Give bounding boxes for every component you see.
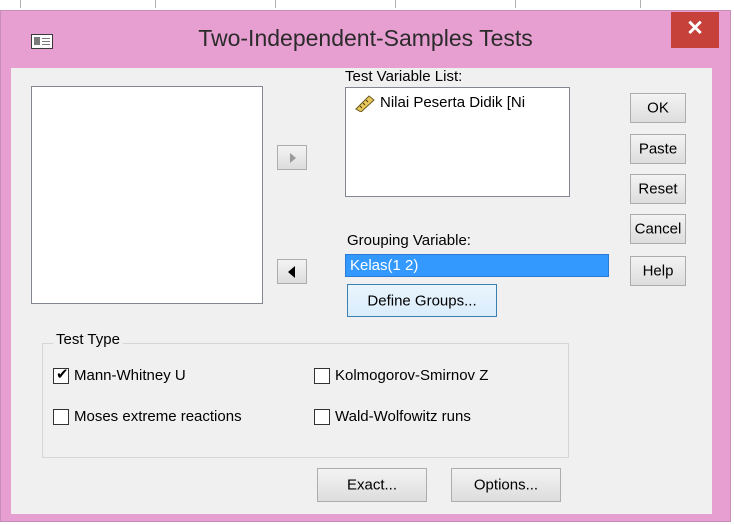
ruler-tick: [275, 0, 276, 8]
close-button[interactable]: ✕: [671, 12, 719, 48]
help-button[interactable]: Help: [630, 256, 686, 286]
test-type-label: Test Type: [53, 331, 123, 348]
options-label: Options...: [473, 476, 539, 494]
ruler-tick: [515, 0, 516, 8]
wald-label: Wald-Wolfowitz runs: [335, 408, 471, 425]
mann-whitney-label: Mann-Whitney U: [74, 367, 186, 384]
dialog-client-area: Test Variable List: Nilai Peserta Didik …: [11, 68, 712, 514]
exact-label: Exact...: [346, 476, 398, 494]
test-variable-name: Nilai Peserta Didik [Ni: [380, 94, 526, 111]
arrow-right-icon: [290, 152, 296, 163]
test-variable-list[interactable]: Nilai Peserta Didik [Ni: [345, 87, 570, 197]
help-label: Help: [642, 262, 674, 280]
move-grouping-variable-button[interactable]: [277, 259, 307, 284]
ruler-tick: [155, 0, 156, 8]
title-bar[interactable]: Two-Independent-Samples Tests ✕: [1, 11, 730, 67]
reset-label: Reset: [638, 180, 678, 198]
kolmogorov-label: Kolmogorov-Smirnov Z: [335, 367, 489, 384]
ok-button[interactable]: OK: [630, 93, 686, 123]
test-type-group: [42, 343, 569, 458]
cancel-button[interactable]: Cancel: [630, 214, 686, 244]
scale-ruler-icon: [355, 95, 375, 113]
options-button[interactable]: Options...: [451, 468, 561, 502]
move-to-test-list-button[interactable]: [277, 145, 307, 170]
window-title: Two-Independent-Samples Tests: [198, 25, 533, 51]
mann-whitney-checkbox[interactable]: ✔: [53, 366, 69, 384]
grouping-variable-label: Grouping Variable:: [347, 232, 471, 249]
source-variable-list[interactable]: [31, 86, 263, 304]
moses-checkbox[interactable]: [53, 409, 69, 425]
moses-label: Moses extreme reactions: [74, 408, 242, 425]
close-icon: ✕: [686, 17, 704, 40]
list-item[interactable]: Nilai Peserta Didik [Ni: [354, 94, 526, 113]
grouping-variable-value: Kelas(1 2): [350, 257, 419, 274]
reset-button[interactable]: Reset: [630, 174, 686, 204]
exact-button[interactable]: Exact...: [317, 468, 427, 502]
ruler-tick: [395, 0, 396, 8]
wald-checkbox[interactable]: [314, 409, 330, 425]
test-variable-list-label: Test Variable List:: [345, 68, 463, 85]
ruler-tick: [20, 0, 21, 8]
paste-label: Paste: [638, 140, 678, 158]
grouping-variable-field[interactable]: Kelas(1 2): [345, 254, 609, 277]
kolmogorov-checkbox[interactable]: [314, 368, 330, 384]
ruler-tick: [640, 0, 641, 8]
define-groups-button[interactable]: Define Groups...: [347, 284, 497, 317]
top-strip: [0, 0, 734, 10]
paste-button[interactable]: Paste: [630, 134, 686, 164]
dialog-window: Two-Independent-Samples Tests ✕ Test Var…: [0, 10, 731, 522]
define-groups-label: Define Groups...: [367, 292, 477, 309]
checkmark-icon: ✔: [56, 366, 69, 383]
cancel-label: Cancel: [634, 220, 682, 238]
ok-label: OK: [647, 99, 669, 117]
arrow-left-icon: [288, 265, 295, 278]
